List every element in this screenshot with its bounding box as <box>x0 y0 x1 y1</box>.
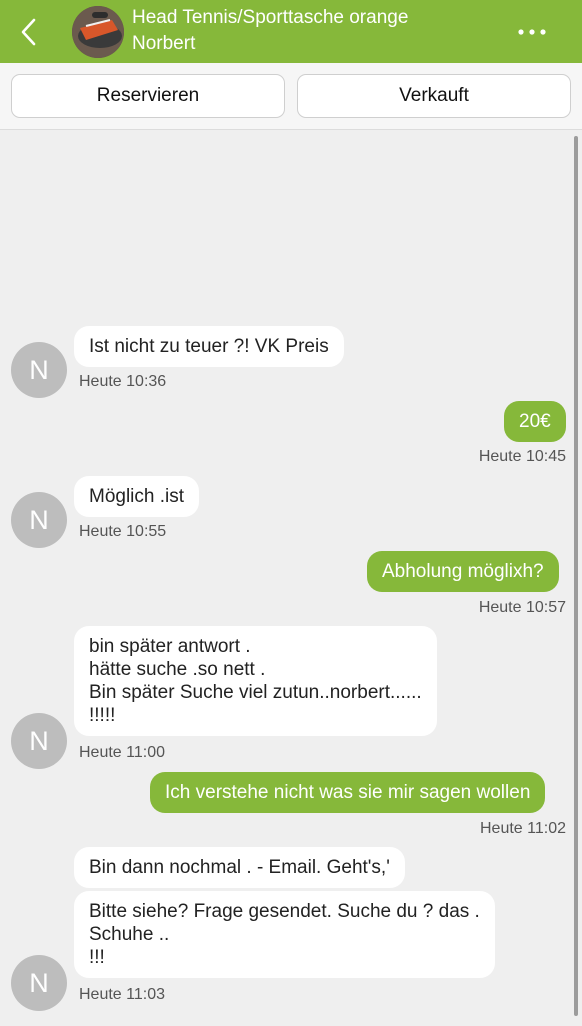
message-text: Bin dann nochmal . - Email. Geht's,' <box>89 857 390 878</box>
message-timestamp: Heute 11:02 <box>480 820 566 837</box>
message-text: 20€ <box>519 411 551 432</box>
chevron-left-icon <box>21 18 36 46</box>
message-timestamp: Heute 11:00 <box>79 744 165 761</box>
chat-partner-name[interactable]: Norbert <box>132 33 195 55</box>
message-text: Ist nicht zu teuer ?! VK Preis <box>89 336 329 357</box>
message-text-line: !!!!! <box>89 705 116 726</box>
action-bar: Reservieren Verkauft <box>0 63 582 130</box>
scrollbar[interactable] <box>574 136 578 1016</box>
message-timestamp: Heute 10:36 <box>79 373 167 390</box>
sold-button[interactable]: Verkauft <box>297 74 571 118</box>
message-bubble-incoming[interactable]: bin später antwort . hätte suche .so net… <box>74 626 437 736</box>
message-text-line: bin später antwort . <box>89 636 251 657</box>
message-bubble-outgoing[interactable]: 20€ <box>504 401 566 442</box>
message-text-line: hätte suche .so nett . <box>89 659 266 680</box>
back-button[interactable] <box>16 16 44 48</box>
message-text: Ich verstehe nicht was sie mir sagen wol… <box>165 782 531 803</box>
listing-thumbnail[interactable] <box>72 6 124 58</box>
message-text-line: Bitte siehe? Frage gesendet. Suche du ? … <box>89 901 480 922</box>
message-bubble-incoming[interactable]: Bitte siehe? Frage gesendet. Suche du ? … <box>74 891 495 978</box>
message-timestamp: Heute 10:55 <box>79 523 167 540</box>
contact-avatar[interactable]: N <box>11 342 67 398</box>
contact-avatar[interactable]: N <box>11 713 67 769</box>
more-horizontal-icon <box>518 29 546 35</box>
chat-header: Head Tennis/Sporttasche orange Norbert <box>0 0 582 63</box>
message-bubble-incoming[interactable]: Bin dann nochmal . - Email. Geht's,' <box>74 847 405 888</box>
message-text-line: Bin später Suche viel zutun..norbert....… <box>89 682 422 703</box>
message-bubble-outgoing[interactable]: Abholung möglixh? <box>367 551 559 592</box>
message-timestamp: Heute 10:57 <box>478 599 566 616</box>
message-text-line: !!! <box>89 947 105 968</box>
message-bubble-incoming[interactable]: Ist nicht zu teuer ?! VK Preis <box>74 326 344 367</box>
message-text-line: Schuhe .. <box>89 924 170 945</box>
message-bubble-incoming[interactable]: Möglich .ist <box>74 476 200 517</box>
contact-avatar[interactable]: N <box>11 955 67 1011</box>
message-text: Möglich .ist <box>89 486 185 507</box>
more-options-button[interactable] <box>515 22 549 42</box>
message-text: Abholung möglixh? <box>382 561 544 582</box>
contact-avatar[interactable]: N <box>11 492 67 548</box>
message-bubble-outgoing[interactable]: Ich verstehe nicht was sie mir sagen wol… <box>150 772 546 813</box>
message-timestamp: Heute 10:45 <box>478 448 566 465</box>
message-timestamp: Heute 11:03 <box>79 986 165 1003</box>
reserve-button[interactable]: Reservieren <box>11 74 285 118</box>
chat-title[interactable]: Head Tennis/Sporttasche orange <box>132 7 408 29</box>
bag-photo-icon <box>72 6 124 58</box>
